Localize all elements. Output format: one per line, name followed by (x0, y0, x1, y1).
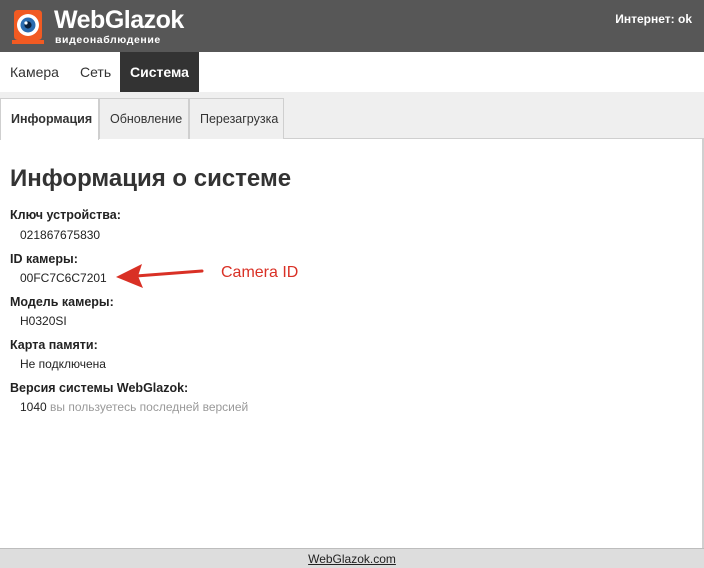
nav-item-camera[interactable]: Камера (0, 52, 69, 92)
tab-reboot[interactable]: Перезагрузка (189, 98, 284, 139)
system-version-row: 1040 вы пользуетесь последней версией (20, 400, 248, 414)
system-version-value: 1040 (20, 400, 47, 414)
brand: WebGlazok видеонаблюдение (54, 6, 184, 46)
brand-subtitle: видеонаблюдение (55, 34, 161, 46)
system-version-note: вы пользуетесь последней версией (50, 400, 249, 414)
device-key-value: 021867675830 (20, 228, 101, 242)
footer-link[interactable]: WebGlazok.com (308, 552, 396, 566)
webglazok-logo-icon (12, 10, 44, 44)
internet-status: Интернет: ok (615, 12, 692, 26)
internet-status-value: ok (677, 12, 692, 26)
main-content: Информация о системе Ключ устройства: 02… (10, 164, 690, 414)
internet-label: Интернет: (615, 12, 675, 26)
sub-nav: Информация Обновление Перезагрузка (0, 92, 704, 140)
app-window: WebGlazok видеонаблюдение Интернет: ok К… (0, 0, 704, 568)
tab-update[interactable]: Обновление (99, 98, 189, 139)
brand-title: WebGlazok (54, 6, 184, 34)
tab-information[interactable]: Информация (0, 98, 99, 140)
memory-card-label: Карта памяти: (10, 338, 98, 352)
camera-model-label: Модель камеры: (10, 295, 114, 309)
annotation-label: Camera ID (221, 264, 299, 281)
camera-id-value: 00FC7C6C7201 (20, 271, 107, 285)
page-title: Информация о системе (10, 165, 292, 192)
nav-item-network[interactable]: Сеть (70, 52, 121, 92)
main-nav: Камера Сеть Система (0, 52, 704, 92)
camera-id-label: ID камеры: (10, 252, 78, 266)
system-version-label: Версия системы WebGlazok: (10, 381, 189, 395)
footer: WebGlazok.com (0, 548, 704, 568)
device-key-label: Ключ устройства: (10, 208, 121, 222)
top-header: WebGlazok видеонаблюдение Интернет: ok (0, 0, 704, 52)
camera-model-value: H0320SI (20, 314, 67, 328)
nav-item-system[interactable]: Система (120, 52, 199, 92)
memory-card-value: Не подключена (20, 357, 106, 371)
annotation-arrow-icon (116, 264, 204, 288)
